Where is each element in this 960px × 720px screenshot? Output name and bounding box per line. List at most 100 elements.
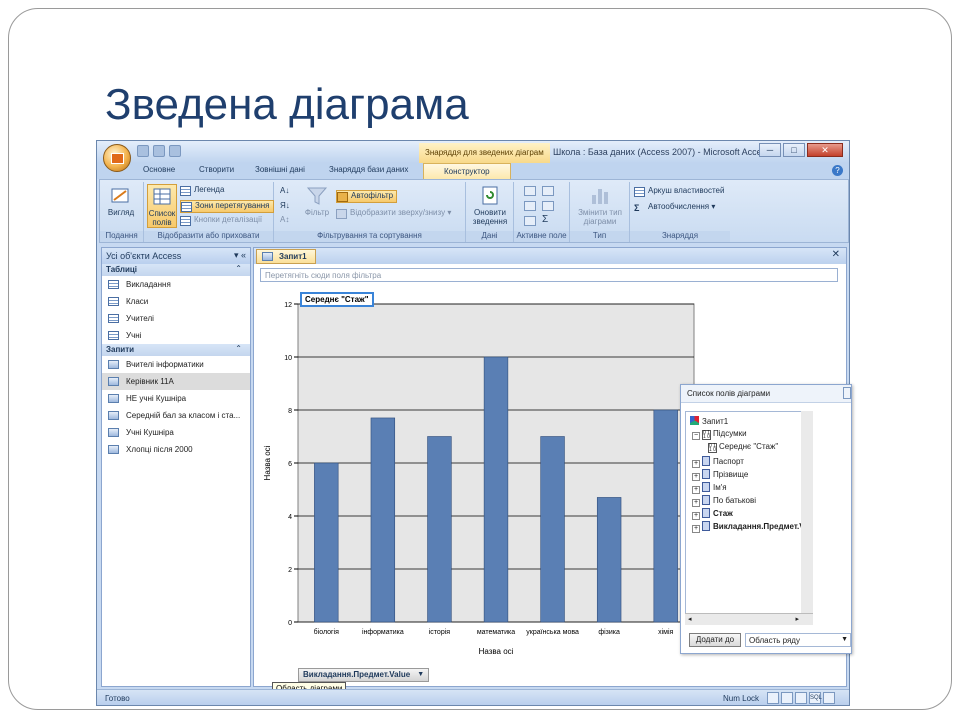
sort-ascending-icon[interactable]: A↓ [280, 186, 289, 195]
tree-node-root[interactable]: Запит1 [690, 416, 728, 426]
table-icon [108, 314, 119, 323]
table-icon [108, 331, 119, 340]
legend-button[interactable]: Легенда [180, 185, 224, 198]
tab-home[interactable]: Основне [143, 165, 175, 174]
tree-node-field-bold[interactable]: + Викладання.Предмет.V [692, 521, 805, 533]
field-list-button[interactable]: Список полів [147, 184, 177, 228]
tree-node-field[interactable]: + Прізвище [692, 469, 748, 481]
collapse-all-icon[interactable] [542, 201, 554, 211]
nav-section-queries[interactable]: Запити ⌃ [102, 344, 250, 356]
view-button[interactable]: Вигляд [104, 184, 138, 228]
minimize-button[interactable]: ─ [759, 143, 781, 157]
group-data: Оновити зведення Дані [466, 182, 514, 242]
expand-icon[interactable]: + [692, 460, 700, 468]
nav-item-query[interactable]: Середній бал за класом і ста... [102, 407, 250, 424]
document-tab[interactable]: Запит1 [256, 249, 316, 264]
nav-item-table[interactable]: Класи [102, 293, 250, 310]
nav-item-query[interactable]: НЕ учні Кушніра [102, 390, 250, 407]
clear-sort-icon[interactable]: A↕ [280, 215, 289, 224]
field-icon [702, 482, 710, 492]
office-button[interactable] [103, 144, 131, 172]
y-tick-label: 12 [284, 302, 292, 309]
tree-node-label: Підсумки [713, 429, 747, 438]
nav-item-table[interactable]: Учні [102, 327, 250, 344]
expand-icon[interactable]: + [692, 486, 700, 494]
collapse-icon[interactable]: − [692, 432, 700, 440]
tree-node-field-bold[interactable]: + Стаж [692, 508, 733, 520]
area-select[interactable]: Область ряду ▼ [745, 633, 851, 647]
expand-icon[interactable]: + [692, 473, 700, 481]
nav-item-query[interactable]: Керівник 11А [102, 373, 250, 390]
field-list-vertical-scrollbar[interactable] [801, 411, 813, 613]
add-to-button[interactable]: Додати до [689, 633, 741, 647]
field-list-icon [153, 188, 171, 205]
expand-icon[interactable]: + [692, 525, 700, 533]
scroll-right-icon[interactable]: ▸ [795, 615, 799, 623]
drop-zones-button[interactable]: Зони перетягування [180, 200, 274, 213]
tab-design[interactable]: Конструктор [423, 163, 511, 179]
form-view-icon[interactable] [767, 692, 779, 704]
move-field-icon[interactable] [524, 201, 536, 211]
group-filter-sort-label: Фільтрування та сортування [274, 231, 465, 242]
tab-database-tools[interactable]: Знаряддя бази даних [329, 165, 408, 174]
nav-item-table[interactable]: Викладання [102, 276, 250, 293]
tree-node-total-field[interactable]: 0 11 0 Середнє "Стаж" [708, 442, 778, 453]
redo-icon[interactable] [169, 145, 181, 157]
nav-item-query[interactable]: Вчителі інформатики [102, 356, 250, 373]
sum-icon[interactable]: Σ [542, 214, 548, 225]
pivot-table-view-icon[interactable] [781, 692, 793, 704]
nav-item-table[interactable]: Учителі [102, 310, 250, 327]
section-collapse-icon[interactable]: ⌃ [235, 264, 242, 273]
tab-create[interactable]: Створити [199, 165, 234, 174]
field-list-close-icon[interactable] [843, 387, 851, 399]
help-icon[interactable]: ? [832, 165, 843, 176]
undo-icon[interactable] [153, 145, 165, 157]
show-details-icon[interactable] [524, 216, 536, 226]
save-icon[interactable] [137, 145, 149, 157]
design-view-icon[interactable] [823, 692, 835, 704]
expand-icon[interactable]: + [692, 499, 700, 507]
property-sheet-button[interactable]: Аркуш властивостей [634, 186, 724, 199]
show-top-bottom-button[interactable]: Відобразити зверху/знизу ▾ [336, 208, 451, 221]
chart-type-icon [592, 189, 608, 204]
expand-field-icon[interactable] [524, 186, 536, 196]
tree-node-field[interactable]: + Паспорт [692, 456, 744, 468]
nav-section-tables-title: Таблиці [106, 265, 138, 274]
category-field-button[interactable]: Викладання.Предмет.Value ▼ [298, 668, 430, 682]
tree-node-field[interactable]: + Ім'я [692, 482, 727, 494]
data-field-button[interactable]: Середнє "Стаж" [300, 292, 374, 307]
nav-item-query[interactable]: Учні Кушніра [102, 424, 250, 441]
maximize-button[interactable]: □ [783, 143, 805, 157]
group-tools-label: Знаряддя [630, 231, 730, 242]
tab-external-data[interactable]: Зовнішні дані [255, 165, 305, 174]
scroll-left-icon[interactable]: ◂ [688, 615, 692, 623]
y-axis-label: Назва осі [263, 445, 272, 480]
section-collapse-icon[interactable]: ⌃ [235, 344, 242, 353]
collapse-field-icon[interactable] [542, 186, 554, 196]
change-chart-type-label: Змінити тип діаграми [578, 208, 622, 226]
sort-descending-icon[interactable]: Я↓ [280, 201, 290, 210]
pivot-chart-view-icon[interactable] [795, 692, 807, 704]
close-button[interactable]: ✕ [807, 143, 843, 157]
nav-section-tables[interactable]: Таблиці ⌃ [102, 264, 250, 276]
drill-buttons-button[interactable]: Кнопки деталізації [180, 215, 262, 228]
tree-node-totals[interactable]: −0 11 0 Підсумки [692, 429, 747, 440]
tree-node-field[interactable]: + По батькові [692, 495, 756, 507]
autofilter-button[interactable]: Автофільтр [336, 190, 398, 203]
filter-drop-zone[interactable]: Перетягніть сюди поля фільтра [260, 268, 838, 282]
expand-icon[interactable]: + [692, 512, 700, 520]
nav-pane-header[interactable]: Усі об'єкти Access ▾ « [102, 248, 250, 264]
drill-buttons-label: Кнопки деталізації [194, 215, 263, 224]
close-document-icon[interactable]: ✕ [832, 249, 840, 260]
change-chart-type-button[interactable]: Змінити тип діаграми [574, 184, 626, 228]
nav-item-query[interactable]: Хлопці після 2000 [102, 441, 250, 458]
sql-view-icon[interactable]: SQL [809, 692, 822, 704]
table-icon [108, 297, 119, 306]
nav-pane-collapse-icon[interactable]: ▾ « [234, 250, 246, 261]
filter-button[interactable]: Фільтр [302, 184, 332, 228]
tree-node-label: Паспорт [713, 457, 744, 466]
top-bottom-icon [336, 209, 347, 219]
autocalc-button[interactable]: Σ Автообчислення ▾ [634, 202, 715, 215]
refresh-button[interactable]: Оновити зведення [470, 184, 510, 228]
field-list-horizontal-scrollbar[interactable]: ◂ ▸ [685, 613, 813, 625]
